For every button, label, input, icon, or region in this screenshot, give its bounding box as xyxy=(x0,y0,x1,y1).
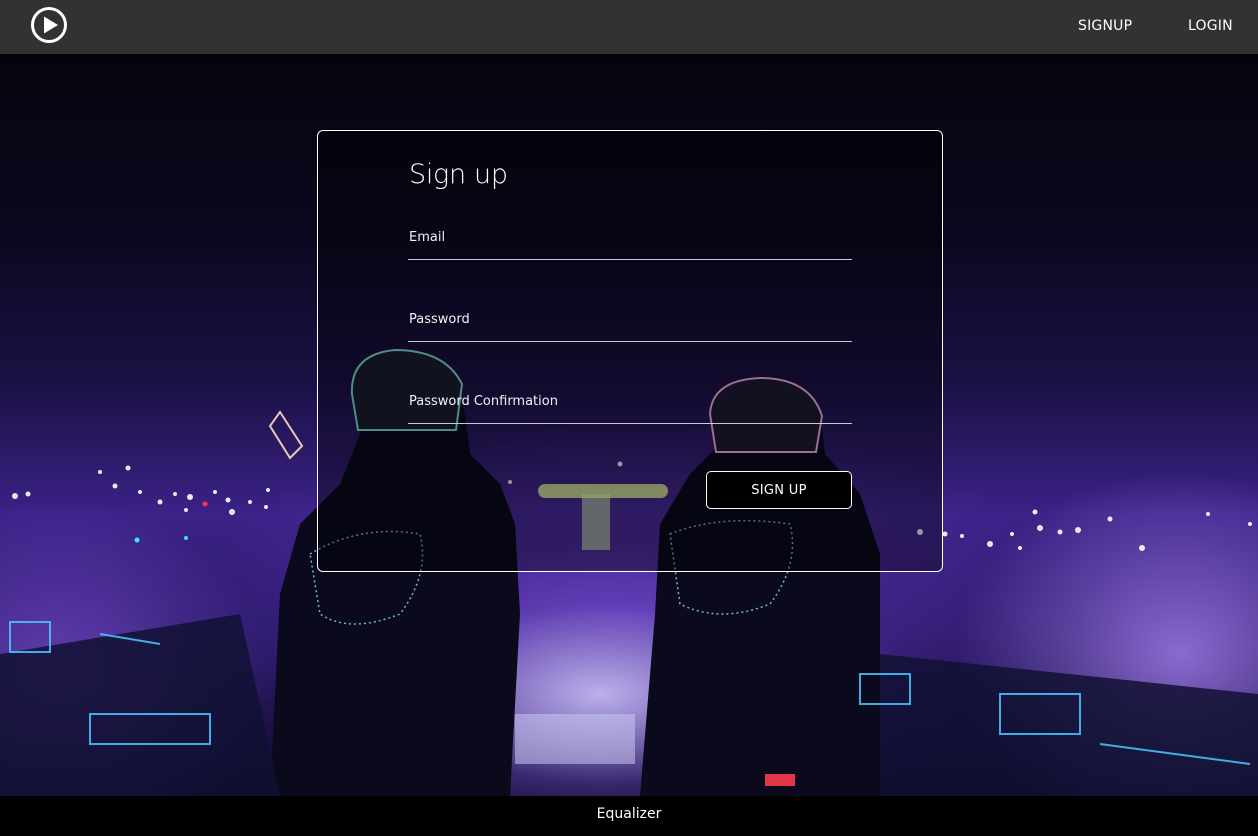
password-confirm-field-wrapper xyxy=(408,381,854,424)
footer-text: Equalizer xyxy=(596,806,662,822)
password-confirmation-input[interactable] xyxy=(408,381,854,421)
form-title: Sign up xyxy=(409,159,508,190)
nav-login-link[interactable]: LOGIN xyxy=(1188,0,1233,54)
nav-signup-link[interactable]: SIGNUP xyxy=(1078,0,1132,54)
footer: Equalizer xyxy=(0,796,1258,836)
email-input[interactable] xyxy=(408,217,854,257)
email-field-wrapper xyxy=(408,217,854,260)
sign-up-button[interactable]: SIGN UP xyxy=(706,471,852,509)
top-navbar: SIGNUP LOGIN xyxy=(0,0,1258,54)
password-field-wrapper xyxy=(408,299,854,342)
signup-card: Sign up SIGN UP xyxy=(317,130,943,572)
play-circle-icon[interactable] xyxy=(30,6,68,44)
password-input[interactable] xyxy=(408,299,854,339)
